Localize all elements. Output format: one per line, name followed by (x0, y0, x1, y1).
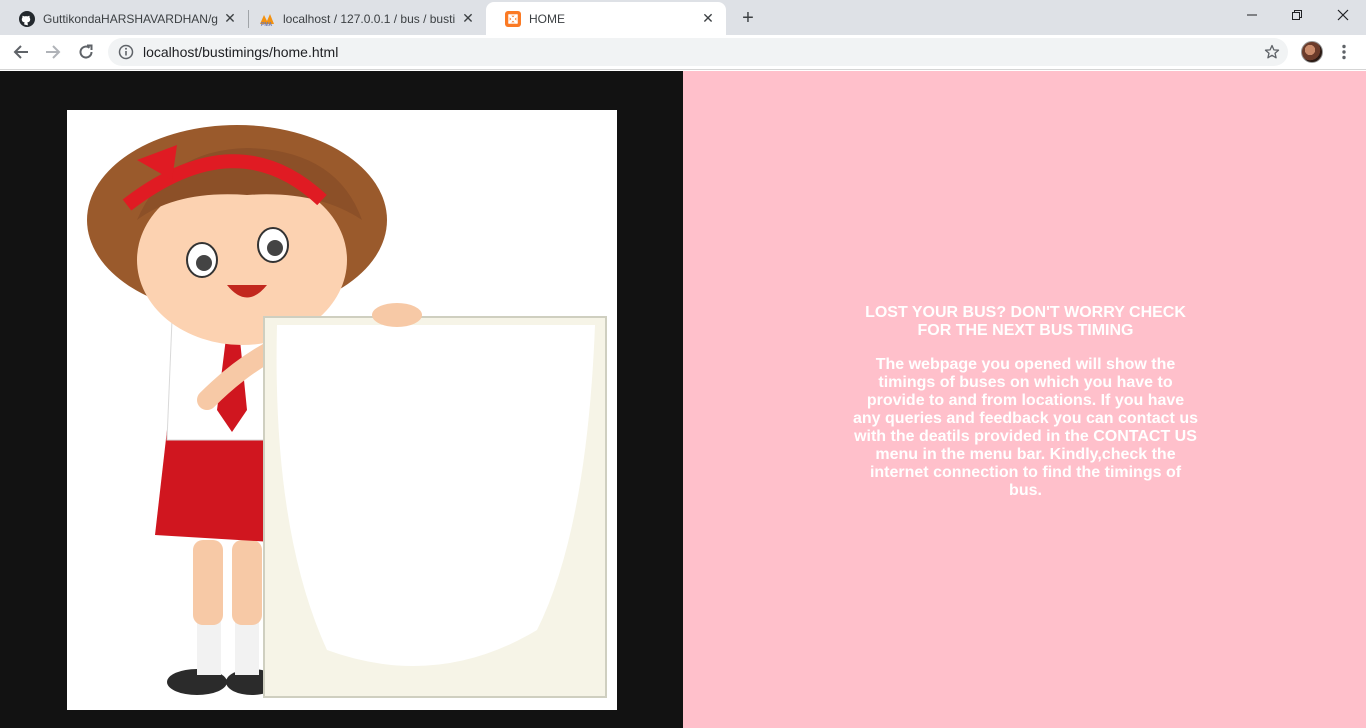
xampp-icon (505, 10, 521, 27)
svg-text:PMA: PMA (261, 22, 273, 27)
phpmyadmin-icon: PMA (259, 11, 275, 27)
minimize-button[interactable] (1229, 0, 1275, 30)
back-arrow-icon (13, 45, 28, 59)
browser-toolbar: localhost/bustimings/home.html (0, 35, 1366, 70)
close-window-icon (1337, 9, 1349, 21)
browser-menu-button[interactable] (1334, 41, 1354, 63)
minimize-icon (1247, 14, 1257, 16)
right-pane: LOST YOUR BUS? DON'T WORRY CHECK FOR THE… (683, 71, 1366, 728)
tab-title: GuttikondaHARSHAVARDHAN/g (43, 11, 218, 26)
page-content: LOST YOUR BUS? DON'T WORRY CHECK FOR THE… (0, 71, 1366, 728)
back-button[interactable] (7, 38, 35, 66)
new-tab-button[interactable]: + (735, 5, 761, 31)
intro-message: LOST YOUR BUS? DON'T WORRY CHECK FOR THE… (853, 304, 1198, 500)
tab-strip: GuttikondaHARSHAVARDHAN/g ✕ PMA localhos… (0, 0, 1366, 35)
tab-github[interactable]: GuttikondaHARSHAVARDHAN/g ✕ (0, 2, 248, 35)
url-text[interactable]: localhost/bustimings/home.html (143, 44, 338, 60)
restore-icon (1292, 10, 1302, 20)
info-icon[interactable] (118, 44, 134, 60)
close-tab-icon[interactable]: ✕ (700, 10, 716, 27)
restore-button[interactable] (1274, 0, 1320, 30)
left-pane (0, 71, 683, 728)
close-tab-icon[interactable]: ✕ (222, 10, 238, 27)
profile-avatar[interactable] (1301, 41, 1323, 63)
address-bar[interactable]: localhost/bustimings/home.html (108, 38, 1288, 66)
tab-home[interactable]: HOME ✕ (486, 2, 726, 35)
close-window-button[interactable] (1320, 0, 1366, 30)
reload-button[interactable] (72, 38, 100, 66)
close-tab-icon[interactable]: ✕ (460, 10, 476, 27)
tab-title: HOME (529, 11, 565, 26)
more-vert-icon (1342, 44, 1346, 60)
headline: LOST YOUR BUS? DON'T WORRY CHECK FOR THE… (865, 304, 1186, 339)
tab-phpmyadmin[interactable]: PMA localhost / 127.0.0.1 / bus / busti … (240, 2, 486, 35)
forward-button[interactable] (39, 38, 67, 66)
body-text: The webpage you opened will show the tim… (853, 356, 1198, 499)
github-icon (19, 10, 35, 27)
reload-icon (79, 44, 93, 59)
girl-holding-board-image (67, 110, 617, 710)
forward-arrow-icon (46, 45, 61, 59)
bookmark-star-icon[interactable] (1264, 44, 1280, 60)
tab-title: localhost / 127.0.0.1 / bus / busti (283, 11, 456, 26)
